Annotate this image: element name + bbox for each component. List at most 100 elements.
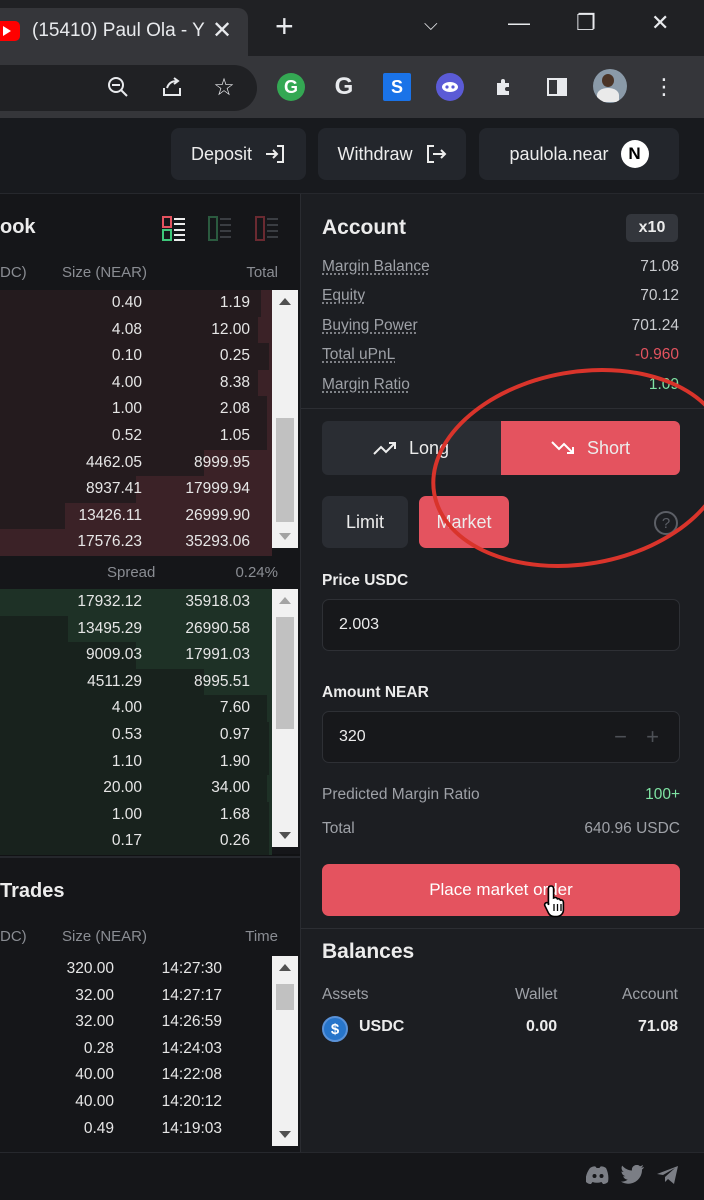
bookmark-star-icon[interactable]: ☆	[210, 73, 238, 101]
withdraw-icon	[426, 145, 446, 163]
extensions-puzzle-icon[interactable]	[490, 73, 518, 101]
ask-size: 4.00	[111, 373, 142, 391]
scroll-up-arrow-icon[interactable]	[279, 964, 291, 971]
trades-list: 320.00 14:27:30 32.00 14:27:17 32.00 14:26:59…	[0, 956, 272, 1142]
bid-total: 34.00	[211, 779, 250, 797]
bid-size: 4511.29	[87, 672, 142, 690]
account-menu-button[interactable]: paulola.near N	[479, 128, 679, 180]
bids-only-view-icon[interactable]	[208, 216, 232, 242]
ask-row[interactable]: 0.10 0.25	[0, 343, 272, 370]
ask-total: 0.25	[219, 347, 250, 365]
scroll-down-arrow-icon[interactable]	[279, 1131, 291, 1138]
bid-row[interactable]: 20.00 34.00	[0, 775, 272, 802]
share-icon[interactable]	[158, 73, 186, 101]
trade-row: 32.00 14:26:59	[0, 1009, 272, 1036]
bid-size: 17932.12	[77, 593, 142, 610]
minimize-icon[interactable]: —	[508, 10, 530, 36]
window-close-icon[interactable]: ✕	[651, 10, 669, 36]
ask-total: 8.38	[219, 373, 250, 391]
bid-row[interactable]: 0.17 0.26	[0, 828, 272, 855]
discord-icon[interactable]	[586, 1165, 610, 1185]
place-order-button[interactable]: Place market order	[322, 864, 680, 916]
deposit-button[interactable]: Deposit	[171, 128, 306, 180]
new-tab-button[interactable]: +	[275, 8, 294, 45]
trade-time: 14:22:08	[161, 1066, 222, 1084]
both-sides-view-icon[interactable]	[162, 216, 186, 242]
bid-row[interactable]: 1.10 1.90	[0, 748, 272, 776]
tab-close-icon[interactable]: ✕	[212, 16, 232, 45]
scroll-up-arrow-icon[interactable]	[279, 298, 291, 305]
trade-row: 0.49 14:19:03	[0, 1116, 272, 1143]
usdc-icon: $	[322, 1016, 348, 1042]
ask-row[interactable]: 4462.05 8999.95	[0, 449, 272, 477]
trades-scrollbar[interactable]	[272, 956, 298, 1146]
profile-avatar[interactable]	[593, 69, 627, 103]
withdraw-button[interactable]: Withdraw	[318, 128, 466, 180]
increment-icon[interactable]: +	[646, 724, 659, 750]
bid-total: 0.26	[219, 832, 250, 850]
bid-row[interactable]: 4511.29 8995.51	[0, 668, 272, 696]
restore-icon[interactable]: ❐	[576, 10, 596, 36]
side-panel-icon[interactable]	[543, 73, 571, 101]
decrement-icon[interactable]: −	[614, 724, 627, 750]
ask-row[interactable]: 1.00 2.08	[0, 396, 272, 423]
telegram-icon[interactable]	[656, 1165, 680, 1185]
ask-total: 1.19	[219, 294, 250, 311]
wallet-balance: 0.00	[526, 1018, 558, 1035]
asks-scrollbar[interactable]	[272, 290, 298, 548]
limit-tab[interactable]: Limit	[322, 496, 408, 548]
bid-row[interactable]: 17932.12 35918.03	[0, 589, 272, 616]
wallet-extension-icon[interactable]	[436, 73, 464, 101]
asks-only-view-icon[interactable]	[255, 216, 279, 242]
browser-tab[interactable]: (15410) Paul Ola - Y ✕	[0, 8, 248, 56]
asks-scroll-thumb[interactable]	[276, 418, 294, 522]
leverage-badge[interactable]: x10	[626, 214, 678, 242]
trade-panel: Account x10 Margin Balance 71.08 Equity …	[300, 194, 704, 1152]
ask-row[interactable]: 0.40 1.19	[0, 290, 272, 317]
s-extension-icon[interactable]: S	[383, 73, 411, 101]
ask-size: 4.08	[111, 320, 142, 338]
bids-scroll-thumb[interactable]	[276, 617, 294, 729]
margin-ratio-label: Margin Ratio	[322, 376, 410, 393]
bid-size: 1.10	[111, 752, 142, 770]
tab-search-icon[interactable]: ⌵	[424, 14, 438, 35]
ask-row[interactable]: 4.08 12.00	[0, 316, 272, 344]
bid-row[interactable]: 9009.03 17991.03	[0, 642, 272, 669]
scroll-up-arrow-icon[interactable]	[279, 597, 291, 604]
ask-row[interactable]: 13426.11 26999.90	[0, 502, 272, 530]
ask-row[interactable]: 17576.23 35293.06	[0, 529, 272, 556]
amount-input[interactable]	[339, 712, 589, 762]
bid-row[interactable]: 13495.29 26990.58	[0, 615, 272, 643]
zoom-icon[interactable]	[104, 73, 132, 101]
youtube-icon	[0, 21, 20, 41]
margin-balance-label: Margin Balance	[322, 258, 430, 275]
price-input[interactable]	[339, 600, 589, 650]
bid-row[interactable]: 0.53 0.97	[0, 721, 272, 749]
grammarly-extension-icon[interactable]: G	[277, 73, 305, 101]
near-logo-icon: N	[620, 140, 649, 168]
bids-scrollbar[interactable]	[272, 589, 298, 847]
ask-row[interactable]: 8937.41 17999.94	[0, 476, 272, 503]
scroll-down-arrow-icon[interactable]	[279, 533, 291, 540]
ask-row[interactable]: 4.00 8.38	[0, 369, 272, 397]
twitter-icon[interactable]	[621, 1165, 645, 1185]
bid-row[interactable]: 4.00 7.60	[0, 695, 272, 722]
bid-total: 8995.51	[193, 672, 250, 690]
order-book-title: ook	[0, 216, 36, 238]
trade-size: 320.00	[66, 960, 114, 977]
google-extension-icon[interactable]: G	[330, 73, 358, 101]
ask-size: 0.52	[111, 426, 142, 444]
ask-total: 8999.95	[193, 453, 250, 471]
recent-trades: Trades DC) Size (NEAR) Time 320.00 14:27:…	[0, 856, 300, 1152]
bid-row[interactable]: 1.00 1.68	[0, 801, 272, 829]
scroll-down-arrow-icon[interactable]	[279, 832, 291, 839]
bid-total: 17991.03	[185, 646, 250, 664]
bid-size: 4.00	[111, 699, 142, 717]
asset-name: USDC	[359, 1018, 405, 1035]
chrome-menu-icon[interactable]: ⋮	[650, 73, 678, 101]
browser-toolbar: ☆ G G S ⋮	[0, 56, 704, 118]
ask-row[interactable]: 0.52 1.05	[0, 422, 272, 450]
divider	[301, 928, 704, 929]
trade-time: 14:26:59	[161, 1013, 222, 1031]
trades-scroll-thumb[interactable]	[276, 984, 294, 1010]
